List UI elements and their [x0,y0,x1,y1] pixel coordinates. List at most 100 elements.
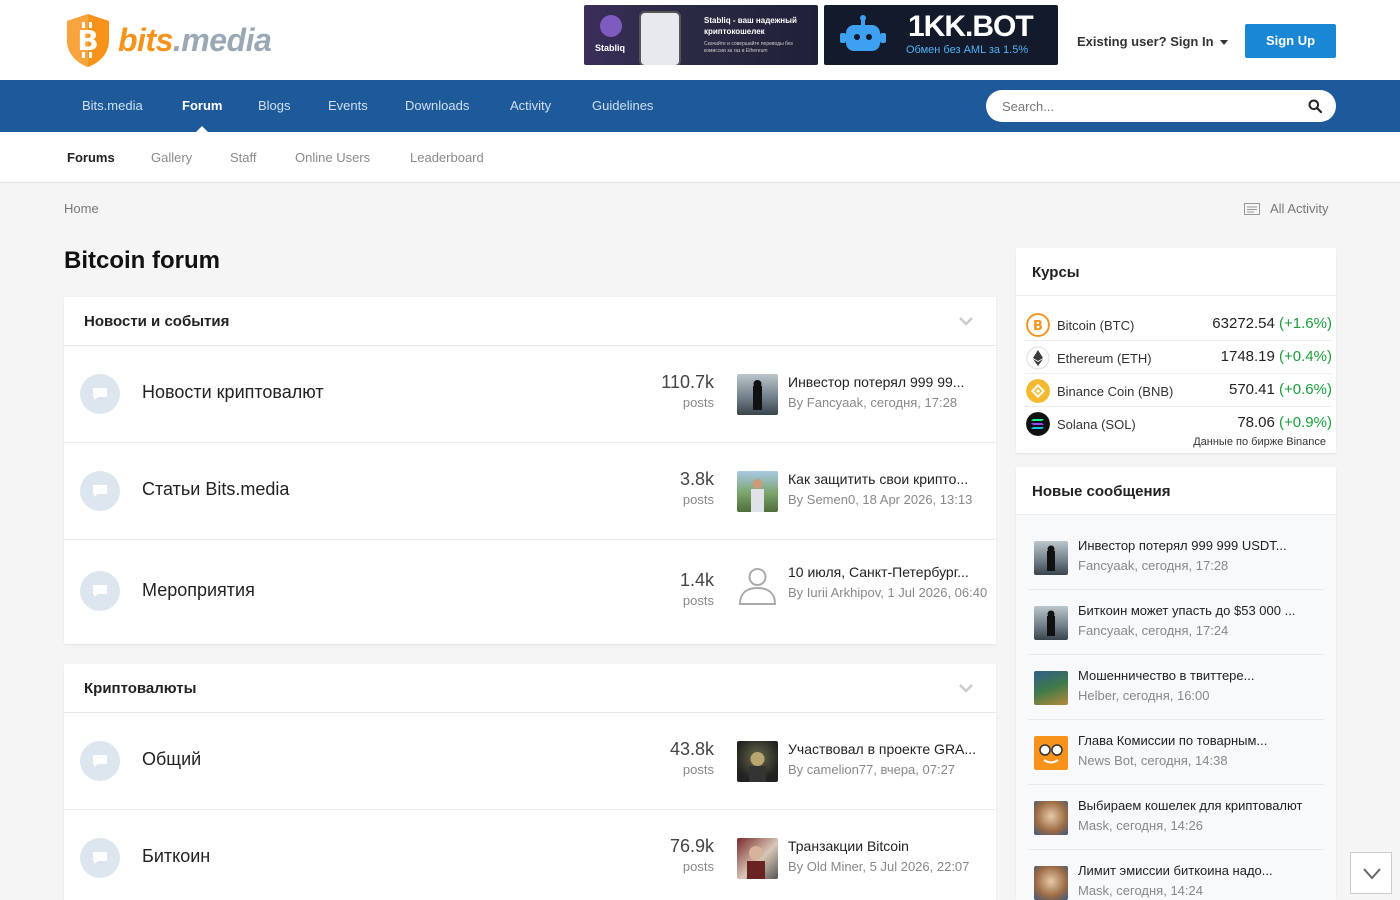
message-item[interactable]: Мошенничество в твиттере... Helber, сего… [1028,655,1324,720]
subnav-item-gallery[interactable]: Gallery [151,132,192,183]
nav-item-activity[interactable]: Activity [510,80,551,132]
message-meta: Fancyaak, сегодня, 17:24 [1078,623,1229,638]
forum-row[interactable]: Общий 43.8k posts Участвовал в проекте G… [64,713,996,810]
forum-post-count: 3.8k [679,469,714,489]
banner-brand: Stabliq [595,43,626,53]
coin-name: Bitcoin (BTC) [1057,318,1135,333]
forum-post-count: 76.9k [669,836,714,856]
avatar[interactable] [737,471,778,512]
section-title[interactable]: Криптовалюты [84,680,196,697]
message-title: Глава Комиссии по товарным... [1078,733,1268,748]
all-activity-label: All Activity [1270,201,1329,216]
coin-change: (+0.6%) [1279,381,1332,398]
forum-name[interactable]: Мероприятия [142,580,255,601]
last-post-title[interactable]: Инвестор потерял 999 99... [788,374,964,390]
forum-row[interactable]: Биткоин 76.9k posts Транзакции Bitcoin B… [64,810,996,900]
forum-post-count-label: posts [682,593,714,608]
default-user-icon[interactable] [737,564,778,605]
forum-name[interactable]: Общий [142,749,201,770]
coin-name: Ethereum (ETH) [1057,351,1152,366]
message-item[interactable]: Биткоин может упасть до $53 000 ... Fanc… [1028,590,1324,655]
svg-text:B: B [1033,319,1043,334]
message-meta: Mask, сегодня, 14:24 [1078,883,1203,898]
robot-icon [840,15,886,51]
nav-item-guidelines[interactable]: Guidelines [592,80,653,132]
solana-icon [1026,412,1050,436]
chevron-down-icon[interactable] [958,315,974,327]
binance-coin-icon [1026,379,1050,403]
last-post-title[interactable]: Участвовал в проекте GRA... [788,741,976,757]
avatar[interactable] [737,374,778,415]
last-post-title[interactable]: 10 июля, Санкт-Петербург... [788,564,969,580]
forum-post-count-label: posts [682,492,714,507]
message-item[interactable]: Выбираем кошелек для криптовалют Mask, с… [1028,785,1324,850]
forum-row[interactable]: Новости криптовалют 110.7k posts Инвесто… [64,346,996,443]
forum-post-count: 110.7k [661,372,714,392]
forum-row[interactable]: Мероприятия 1.4k posts 10 июля, Санкт-Пе… [64,540,996,643]
all-activity-link[interactable]: All Activity [1244,201,1329,216]
coin-change: (+1.6%) [1279,315,1332,332]
news-bot-avatar [1034,736,1068,770]
message-item[interactable]: Глава Комиссии по товарным... News Bot, … [1028,720,1324,785]
coin-price: 78.06 (+0.9%) [1237,414,1332,431]
subnav-item-staff[interactable]: Staff [230,132,257,183]
ad-banner-stabliq[interactable]: Stabliq Stabliq - ваш надежный криптокош… [584,5,818,65]
forum-name[interactable]: Новости криптовалют [142,382,324,403]
search-box [986,90,1336,122]
breadcrumb[interactable]: Home [64,201,99,216]
sign-in-label: Existing user? Sign In [1077,34,1214,49]
forum-chat-icon [80,471,120,511]
search-icon[interactable] [1308,99,1322,113]
last-post-meta: By Old Miner, 5 Jul 2026, 22:07 [788,859,970,874]
last-post-title[interactable]: Как защитить свои крипто... [788,471,968,487]
nav-item-bits-media[interactable]: Bits.media [82,80,143,132]
message-item[interactable]: Инвестор потерял 999 999 USDT... Fancyaa… [1028,525,1324,590]
widget-title: Курсы [1016,248,1336,296]
message-item[interactable]: Лимит эмиссии биткоина надо... Mask, сег… [1028,850,1324,900]
widget-title: Новые сообщения [1016,467,1336,515]
nav-item-downloads[interactable]: Downloads [405,80,469,132]
nav-item-events[interactable]: Events [328,80,368,132]
phone-image [639,11,681,65]
sign-in-link[interactable]: Existing user? Sign In [1077,34,1228,49]
chevron-down-icon[interactable] [958,682,974,694]
message-meta: News Bot, сегодня, 14:38 [1078,753,1228,768]
message-meta: Fancyaak, сегодня, 17:28 [1078,558,1229,573]
forum-name[interactable]: Статьи Bits.media [142,479,289,500]
banner-title: Stabliq - ваш надежный криптокошелек [704,16,797,36]
forum-section-news: Новости и события Новости криптовалют 11… [64,297,996,644]
main-nav: Bits.media Forum Blogs Events Downloads … [0,80,1400,132]
avatar[interactable] [737,838,778,879]
forum-name[interactable]: Биткоин [142,846,210,867]
owl-icon [600,15,622,37]
coin-price-value: 1748.19 [1220,348,1275,365]
scroll-down-button[interactable] [1350,852,1392,894]
svg-text:B: B [77,24,98,57]
logo-wordmark-media: .media [172,21,272,58]
message-title: Выбираем кошелек для криптовалют [1078,798,1303,813]
section-title[interactable]: Новости и события [84,313,229,330]
avatar [1034,541,1068,575]
site-logo[interactable]: B bits.media [63,12,272,68]
subnav-item-forums[interactable]: Forums [67,132,115,183]
subnav-item-leaderboard[interactable]: Leaderboard [410,132,484,183]
ad-banner-1kkbot[interactable]: 1KK.BOT Обмен без AML за 1.5% [824,5,1058,65]
subnav-item-online-users[interactable]: Online Users [295,132,370,183]
site-header: B bits.media Stabliq Stabliq - ваш надеж… [0,0,1400,80]
nav-item-blogs[interactable]: Blogs [258,80,291,132]
chevron-down-icon [1363,868,1381,880]
last-post-title[interactable]: Транзакции Bitcoin [788,838,909,854]
new-messages-widget: Новые сообщения Инвестор потерял 999 999… [1016,467,1336,900]
coin-change: (+0.4%) [1279,348,1332,365]
nav-item-forum[interactable]: Forum [182,80,222,132]
avatar[interactable] [737,741,778,782]
message-title: Биткоин может упасть до $53 000 ... [1078,603,1296,618]
section-header: Криптовалюты [64,664,996,713]
sign-up-button[interactable]: Sign Up [1245,24,1336,58]
forum-row[interactable]: Статьи Bits.media 3.8k posts Как защитит… [64,443,996,540]
logo-wordmark: bits.media [118,21,272,59]
message-meta: Helber, сегодня, 16:00 [1078,688,1210,703]
last-post-meta: By Iurii Arkhipov, 1 Jul 2026, 06:40 [788,585,988,600]
logo-wordmark-bits: bits [118,21,173,58]
search-input[interactable] [1002,90,1302,122]
